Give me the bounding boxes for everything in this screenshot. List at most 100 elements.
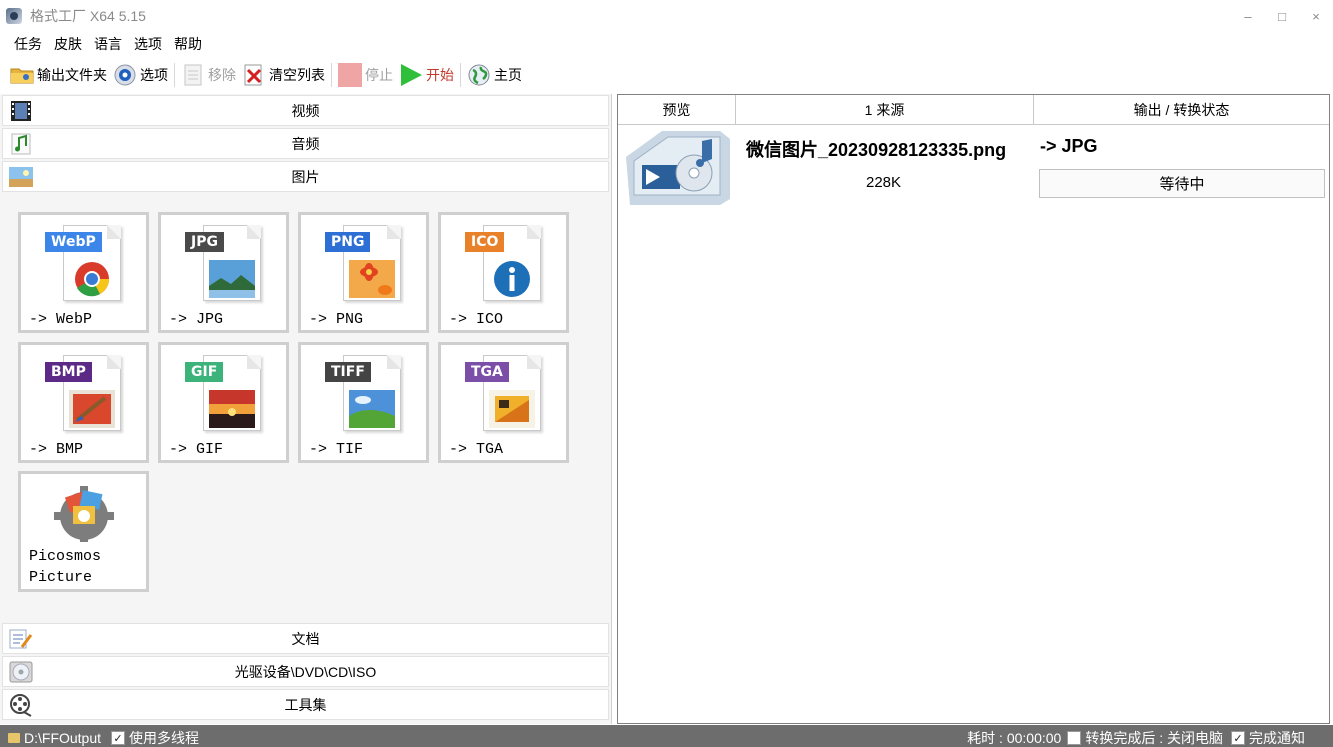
notify-checkbox[interactable]: ✓ (1231, 731, 1245, 745)
toolbar-separator (331, 63, 332, 87)
output-folder-button[interactable]: 输出文件夹 (10, 60, 107, 90)
toolbar-separator (174, 63, 175, 87)
window-title: 格式工厂 X64 5.15 (30, 8, 146, 24)
menu-skin[interactable]: 皮肤 (48, 34, 88, 54)
tile-gif[interactable]: GIF -> GIF (158, 342, 289, 463)
picosmos-line1: Picosmos (29, 548, 102, 565)
menu-task[interactable]: 任务 (8, 34, 48, 54)
tile-bmp[interactable]: BMP -> BMP (18, 342, 149, 463)
tile-label: -> WebP (29, 311, 93, 328)
column-source[interactable]: 1 来源 (736, 95, 1034, 125)
tile-label: -> PNG (309, 311, 364, 328)
sunset-photo-icon (209, 390, 255, 428)
clear-list-icon (242, 63, 266, 87)
tile-label: -> JPG (169, 311, 224, 328)
category-document[interactable]: 文档 (2, 623, 609, 654)
after-done-checkbox[interactable] (1067, 731, 1082, 745)
category-document-label: 文档 (291, 630, 320, 647)
tile-label: -> GIF (169, 441, 224, 458)
home-label: 主页 (494, 67, 522, 83)
tile-label: -> TIF (309, 441, 364, 458)
status-left: D:\FFOutput ✓ 使用多线程 (8, 728, 199, 747)
tile-label: -> ICO (449, 311, 504, 328)
category-video-label: 视频 (291, 102, 320, 119)
output-folder-label: 输出文件夹 (37, 67, 107, 83)
menu-bar: 任务 皮肤 语言 选项 帮助 (0, 32, 208, 56)
tile-jpg[interactable]: JPG -> JPG (158, 212, 289, 333)
close-button[interactable]: × (1299, 0, 1333, 32)
menu-help[interactable]: 帮助 (168, 34, 208, 54)
chrome-icon (75, 262, 109, 297)
folder-icon (8, 733, 20, 743)
format-badge: PNG (325, 232, 371, 252)
category-audio[interactable]: 音频 (2, 128, 609, 159)
notify-label: 完成通知 (1249, 730, 1305, 746)
format-badge: JPG (185, 232, 224, 252)
category-video[interactable]: 视频 (2, 95, 609, 126)
file-size: 228K (866, 174, 902, 191)
tile-tiff[interactable]: TIFF -> TIF (298, 342, 429, 463)
landscape-photo-icon (209, 260, 255, 298)
menu-language[interactable]: 语言 (88, 34, 128, 54)
window-controls: – □ × (1231, 0, 1333, 32)
folder-icon (10, 63, 34, 87)
app-logo-icon (6, 8, 22, 24)
format-badge: TGA (465, 362, 509, 382)
options-gear-icon (113, 63, 137, 87)
title-bar: 格式工厂 X64 5.15 – □ × (0, 0, 1333, 32)
left-panel: 视频 音频 图片 WebP -> WebP JPG -> JPG PNG -> … (0, 94, 612, 724)
stop-button[interactable]: 停止 (338, 60, 393, 90)
output-path[interactable]: D:\FFOutput (24, 730, 101, 746)
menu-options[interactable]: 选项 (128, 34, 168, 54)
category-image[interactable]: 图片 (2, 161, 609, 192)
format-badge: TIFF (325, 362, 371, 382)
output-format: -> JPG (1040, 136, 1098, 156)
picosmos-gear-icon (54, 486, 114, 542)
clear-list-button[interactable]: 清空列表 (242, 60, 325, 90)
stop-icon (338, 63, 362, 87)
remove-button[interactable]: 移除 (181, 60, 236, 90)
tile-webp[interactable]: WebP -> WebP (18, 212, 149, 333)
tile-png[interactable]: PNG -> PNG (298, 212, 429, 333)
category-optical-drive[interactable]: 光驱设备\DVD\CD\ISO (2, 656, 609, 687)
format-badge: ICO (465, 232, 505, 252)
category-tools[interactable]: 工具集 (2, 689, 609, 720)
category-image-label: 图片 (291, 168, 320, 185)
tile-tga[interactable]: TGA -> TGA (438, 342, 569, 463)
tile-label: Picosmos Picture (29, 546, 101, 588)
options-button[interactable]: 选项 (113, 60, 168, 90)
task-table-header: 预览 1 来源 输出 / 转换状态 (618, 95, 1329, 125)
disc-icon (9, 660, 33, 684)
start-button[interactable]: 开始 (399, 60, 454, 90)
tile-label: -> BMP (29, 441, 84, 458)
minimize-button[interactable]: – (1231, 0, 1265, 32)
stop-label: 停止 (365, 67, 393, 83)
after-done-label[interactable]: 转换完成后 : 关闭电脑 (1085, 728, 1223, 747)
clear-list-label: 清空列表 (269, 67, 325, 83)
music-note-icon (9, 132, 33, 156)
options-label: 选项 (140, 67, 168, 83)
format-badge: GIF (185, 362, 224, 382)
elapsed-time: 耗时 : 00:00:00 (967, 730, 1062, 746)
document-icon (181, 63, 205, 87)
category-audio-label: 音频 (291, 135, 320, 152)
maximize-button[interactable]: □ (1265, 0, 1299, 32)
category-tools-label: 工具集 (284, 696, 327, 713)
column-output-status[interactable]: 输出 / 转换状态 (1034, 95, 1329, 125)
task-row[interactable]: 微信图片_20230928123335.png -> JPG 228K 等待中 (618, 125, 1329, 205)
format-badge: WebP (45, 232, 102, 252)
toolbar: 输出文件夹 选项 移除 清空列表 停止 开始 主页 (0, 58, 528, 92)
multithread-checkbox[interactable]: ✓ (111, 731, 126, 745)
meadow-photo-icon (349, 390, 395, 428)
category-optical-drive-label: 光驱设备\DVD\CD\ISO (234, 663, 377, 680)
tile-ico[interactable]: ICO -> ICO (438, 212, 569, 333)
format-badge: BMP (45, 362, 92, 382)
picture-icon (9, 165, 33, 189)
tile-picosmos[interactable]: Picosmos Picture (18, 471, 149, 592)
document-edit-icon (9, 627, 33, 651)
remove-label: 移除 (208, 67, 236, 83)
column-preview[interactable]: 预览 (618, 95, 736, 125)
home-button[interactable]: 主页 (467, 60, 522, 90)
source-filename: 微信图片_20230928123335.png (746, 140, 1007, 160)
file-preview-thumbnail (620, 127, 736, 205)
